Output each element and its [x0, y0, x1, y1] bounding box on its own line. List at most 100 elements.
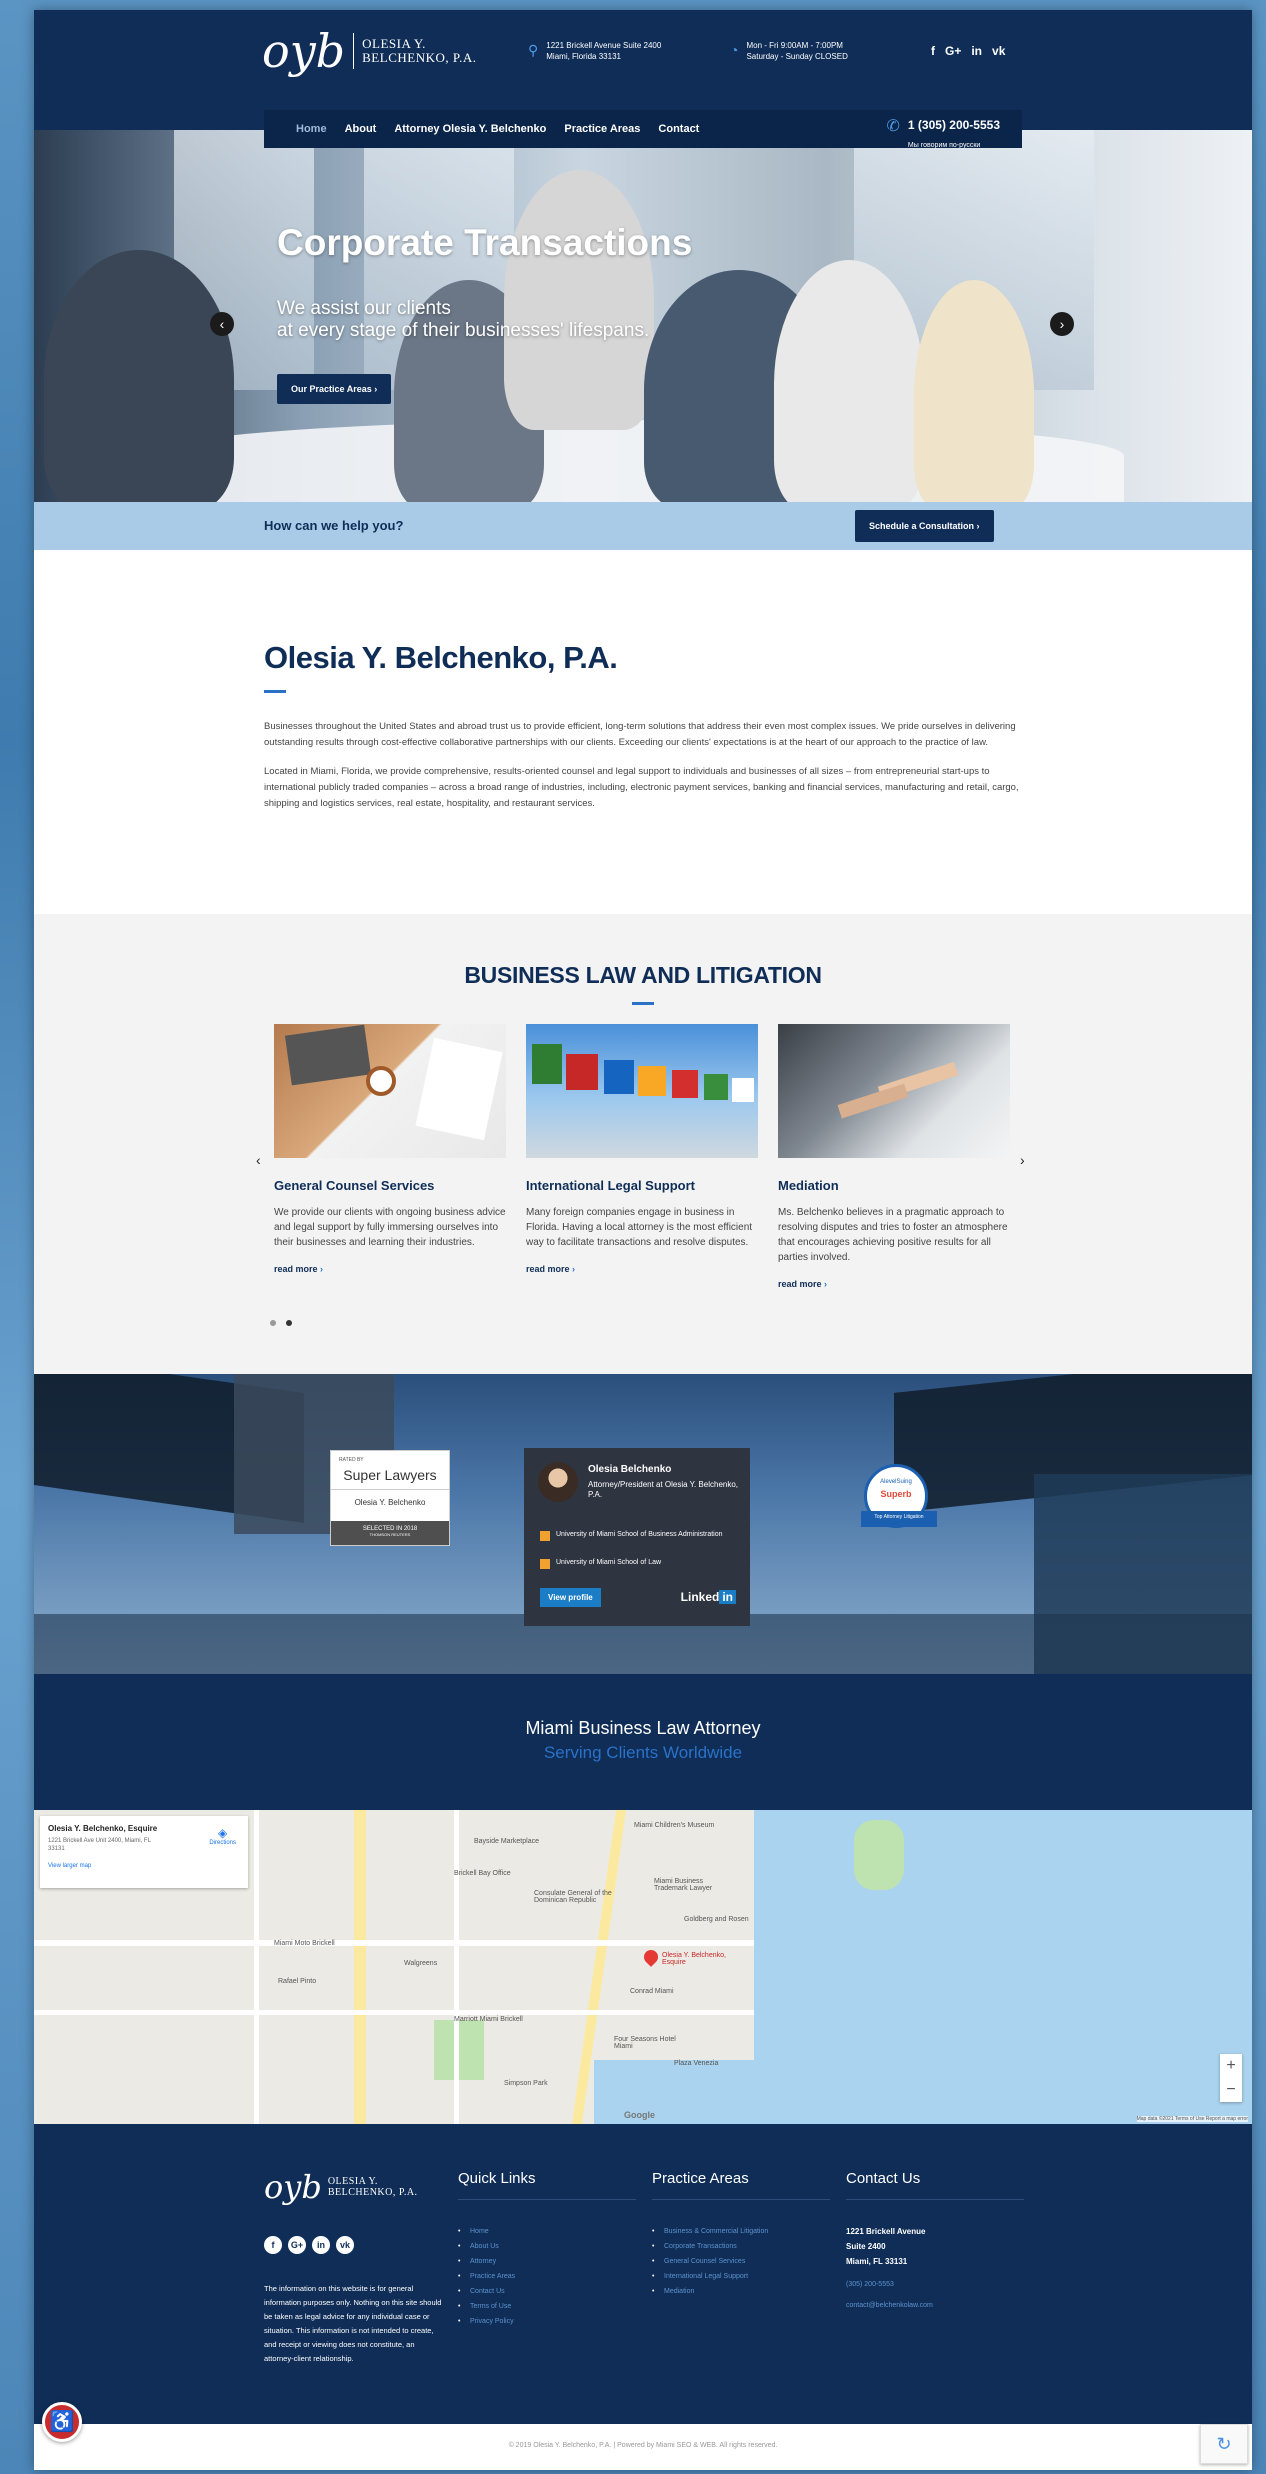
- footer-email-link[interactable]: contact@belchenkolaw.com: [846, 2302, 1024, 2309]
- view-profile-button[interactable]: View profile: [540, 1588, 601, 1607]
- avatar: [538, 1462, 578, 1502]
- footer-link[interactable]: Business & Commercial Litigation: [652, 2224, 830, 2239]
- google-plus-icon[interactable]: G+: [288, 2236, 306, 2254]
- super-lawyers-badge[interactable]: RATED BY Super Lawyers Olesia Y. Belchen…: [330, 1450, 450, 1546]
- footer-logo[interactable]: oyb OLESIA Y. BELCHENKO, P.A.: [264, 2170, 418, 2204]
- footer-link[interactable]: About Us: [458, 2239, 636, 2254]
- read-more-label: read more: [274, 1264, 318, 1274]
- vk-icon[interactable]: vk: [992, 44, 1005, 58]
- nav-attorney[interactable]: Attorney Olesia Y. Belchenko: [394, 123, 546, 135]
- office-pin[interactable]: [641, 1947, 661, 1967]
- carousel-dot-active[interactable]: [286, 1320, 292, 1326]
- practice-areas-button[interactable]: Our Practice Areas ›: [277, 374, 392, 404]
- avvo-superb-badge[interactable]: AlevelSuing Superb Top Attorney Litigati…: [861, 1464, 937, 1528]
- nav-contact[interactable]: Contact: [658, 123, 699, 135]
- arrow-right-icon[interactable]: ›: [1020, 1152, 1025, 1168]
- footer-link[interactable]: Practice Areas: [458, 2269, 636, 2284]
- directions-link[interactable]: ◈ Directions: [209, 1826, 236, 1846]
- tagline-section: Miami Business Law Attorney Serving Clie…: [34, 1674, 1252, 1810]
- header-address: ⚲ 1221 Brickell Avenue Suite 2400 Miami, …: [528, 40, 661, 62]
- linkedin-icon[interactable]: in: [312, 2236, 330, 2254]
- logo-text: OLESIA Y. BELCHENKO, P.A.: [362, 37, 476, 65]
- footer-link[interactable]: Attorney: [458, 2254, 636, 2269]
- logo-mark: oyb: [262, 24, 346, 78]
- map-road: [254, 1810, 259, 2124]
- footer-link[interactable]: Contact Us: [458, 2284, 636, 2299]
- card-image-desk: [274, 1024, 506, 1158]
- phone-number: 1 (305) 200-5553: [907, 118, 1000, 132]
- read-more-link[interactable]: read more ›: [778, 1279, 1010, 1289]
- read-more-link[interactable]: read more ›: [526, 1264, 758, 1274]
- sl-selected-sub: THOMSON REUTERS: [369, 1532, 411, 1537]
- footer-link[interactable]: Home: [458, 2224, 636, 2239]
- practice-card[interactable]: Mediation Ms. Belchenko believes in a pr…: [778, 1024, 1010, 1289]
- google-logo: Google: [624, 2110, 655, 2120]
- linkedin-logo: Linked in: [681, 1590, 736, 1604]
- footer-link[interactable]: General Counsel Services: [652, 2254, 830, 2269]
- arrow-left-icon[interactable]: ‹: [210, 312, 234, 336]
- card-image-flags: [526, 1024, 758, 1158]
- map-park: [434, 2020, 484, 2080]
- practice-card[interactable]: General Counsel Services We provide our …: [274, 1024, 506, 1274]
- quick-links-title: Quick Links: [458, 2170, 636, 2200]
- footer-phone-link[interactable]: (305) 200-5553: [846, 2281, 1024, 2288]
- card-image-handshake: [778, 1024, 1010, 1158]
- zoom-out-button[interactable]: −: [1220, 2078, 1242, 2102]
- footer-link[interactable]: Mediation: [652, 2284, 830, 2299]
- avvo-ribbon: Top Attorney Litigation: [861, 1511, 937, 1527]
- linkedin-logo-in: in: [719, 1590, 736, 1604]
- vk-icon[interactable]: vk: [336, 2236, 354, 2254]
- phone-language-note: Мы говорим по-русски: [907, 142, 981, 149]
- hours-line-2: Saturday - Sunday CLOSED: [746, 52, 848, 61]
- arrow-left-icon[interactable]: ‹: [256, 1152, 261, 1168]
- linkedin-icon[interactable]: in: [971, 44, 982, 58]
- address-line: Miami, FL 33131: [846, 2257, 908, 2266]
- card-title: Mediation: [778, 1178, 839, 1193]
- hero-subtitle: We assist our clients at every stage of …: [277, 298, 649, 342]
- nav-practice-areas[interactable]: Practice Areas: [564, 123, 640, 135]
- zoom-in-button[interactable]: +: [1220, 2054, 1242, 2078]
- help-strip: How can we help you? Schedule a Consulta…: [34, 502, 1252, 550]
- nav-about[interactable]: About: [345, 123, 377, 135]
- nav-home[interactable]: Home: [296, 123, 327, 135]
- footer-link[interactable]: Terms of Use: [458, 2299, 636, 2314]
- google-plus-icon[interactable]: G+: [945, 44, 961, 58]
- logo-line-1: OLESIA Y.: [327, 2176, 378, 2187]
- logo[interactable]: oyb OLESIA Y. BELCHENKO, P.A.: [262, 28, 477, 74]
- card-title: International Legal Support: [526, 1178, 696, 1193]
- address-line-2: Miami, Florida 33131: [546, 52, 621, 61]
- linkedin-title: Attorney/President at Olesia Y. Belchenk…: [588, 1480, 739, 1499]
- recaptcha-icon[interactable]: ↻: [1200, 2424, 1248, 2464]
- footer-address: 1221 Brickell Avenue Suite 2400 Miami, F…: [846, 2224, 1024, 2269]
- schedule-consultation-button[interactable]: Schedule a Consultation ›: [855, 510, 994, 542]
- footer-link[interactable]: Privacy Policy: [458, 2314, 636, 2329]
- contact-column: Contact Us 1221 Brickell Avenue Suite 24…: [846, 2170, 1024, 2309]
- footer-disclaimer: The information on this website is for g…: [264, 2284, 442, 2363]
- linkedin-logo-text: Linked: [680, 1590, 720, 1604]
- facebook-icon[interactable]: f: [264, 2236, 282, 2254]
- header-phone[interactable]: ✆ 1 (305) 200-5553 Мы говорим по-русски: [887, 116, 1000, 152]
- map-label: Consulate General of the Dominican Repub…: [534, 1890, 612, 1904]
- map-label: Miami Children's Museum: [634, 1822, 715, 1829]
- accessibility-icon[interactable]: ♿: [42, 2402, 82, 2442]
- practice-title: BUSINESS LAW AND LITIGATION: [464, 962, 822, 988]
- map-label: Brickell Bay Office: [454, 1870, 511, 1877]
- carousel-dot[interactable]: [270, 1320, 276, 1326]
- map-label: Simpson Park: [504, 2080, 548, 2087]
- map-label: Marriott Miami Brickell: [454, 2016, 523, 2023]
- footer-link[interactable]: International Legal Support: [652, 2269, 830, 2284]
- footer-link[interactable]: Corporate Transactions: [652, 2239, 830, 2254]
- facebook-icon[interactable]: f: [931, 44, 935, 58]
- map-water: [754, 1810, 1252, 2124]
- google-map[interactable]: Olesia Y. Belchenko, Esquire Miami Child…: [34, 1810, 1252, 2124]
- view-larger-map-link[interactable]: View larger map: [48, 1863, 240, 1869]
- footer-social-links: f G+ in vk: [264, 2236, 354, 2254]
- arrow-right-icon[interactable]: ›: [1050, 312, 1074, 336]
- read-more-link[interactable]: read more ›: [274, 1264, 506, 1274]
- hero-person: [774, 260, 924, 502]
- practice-card[interactable]: International Legal Support Many foreign…: [526, 1024, 758, 1274]
- card-text: We provide our clients with ongoing busi…: [274, 1207, 506, 1248]
- map-label: Plaza Venezia: [674, 2060, 719, 2067]
- linkedin-education-2: University of Miami School of Law: [540, 1558, 740, 1569]
- hero-person: [44, 250, 234, 502]
